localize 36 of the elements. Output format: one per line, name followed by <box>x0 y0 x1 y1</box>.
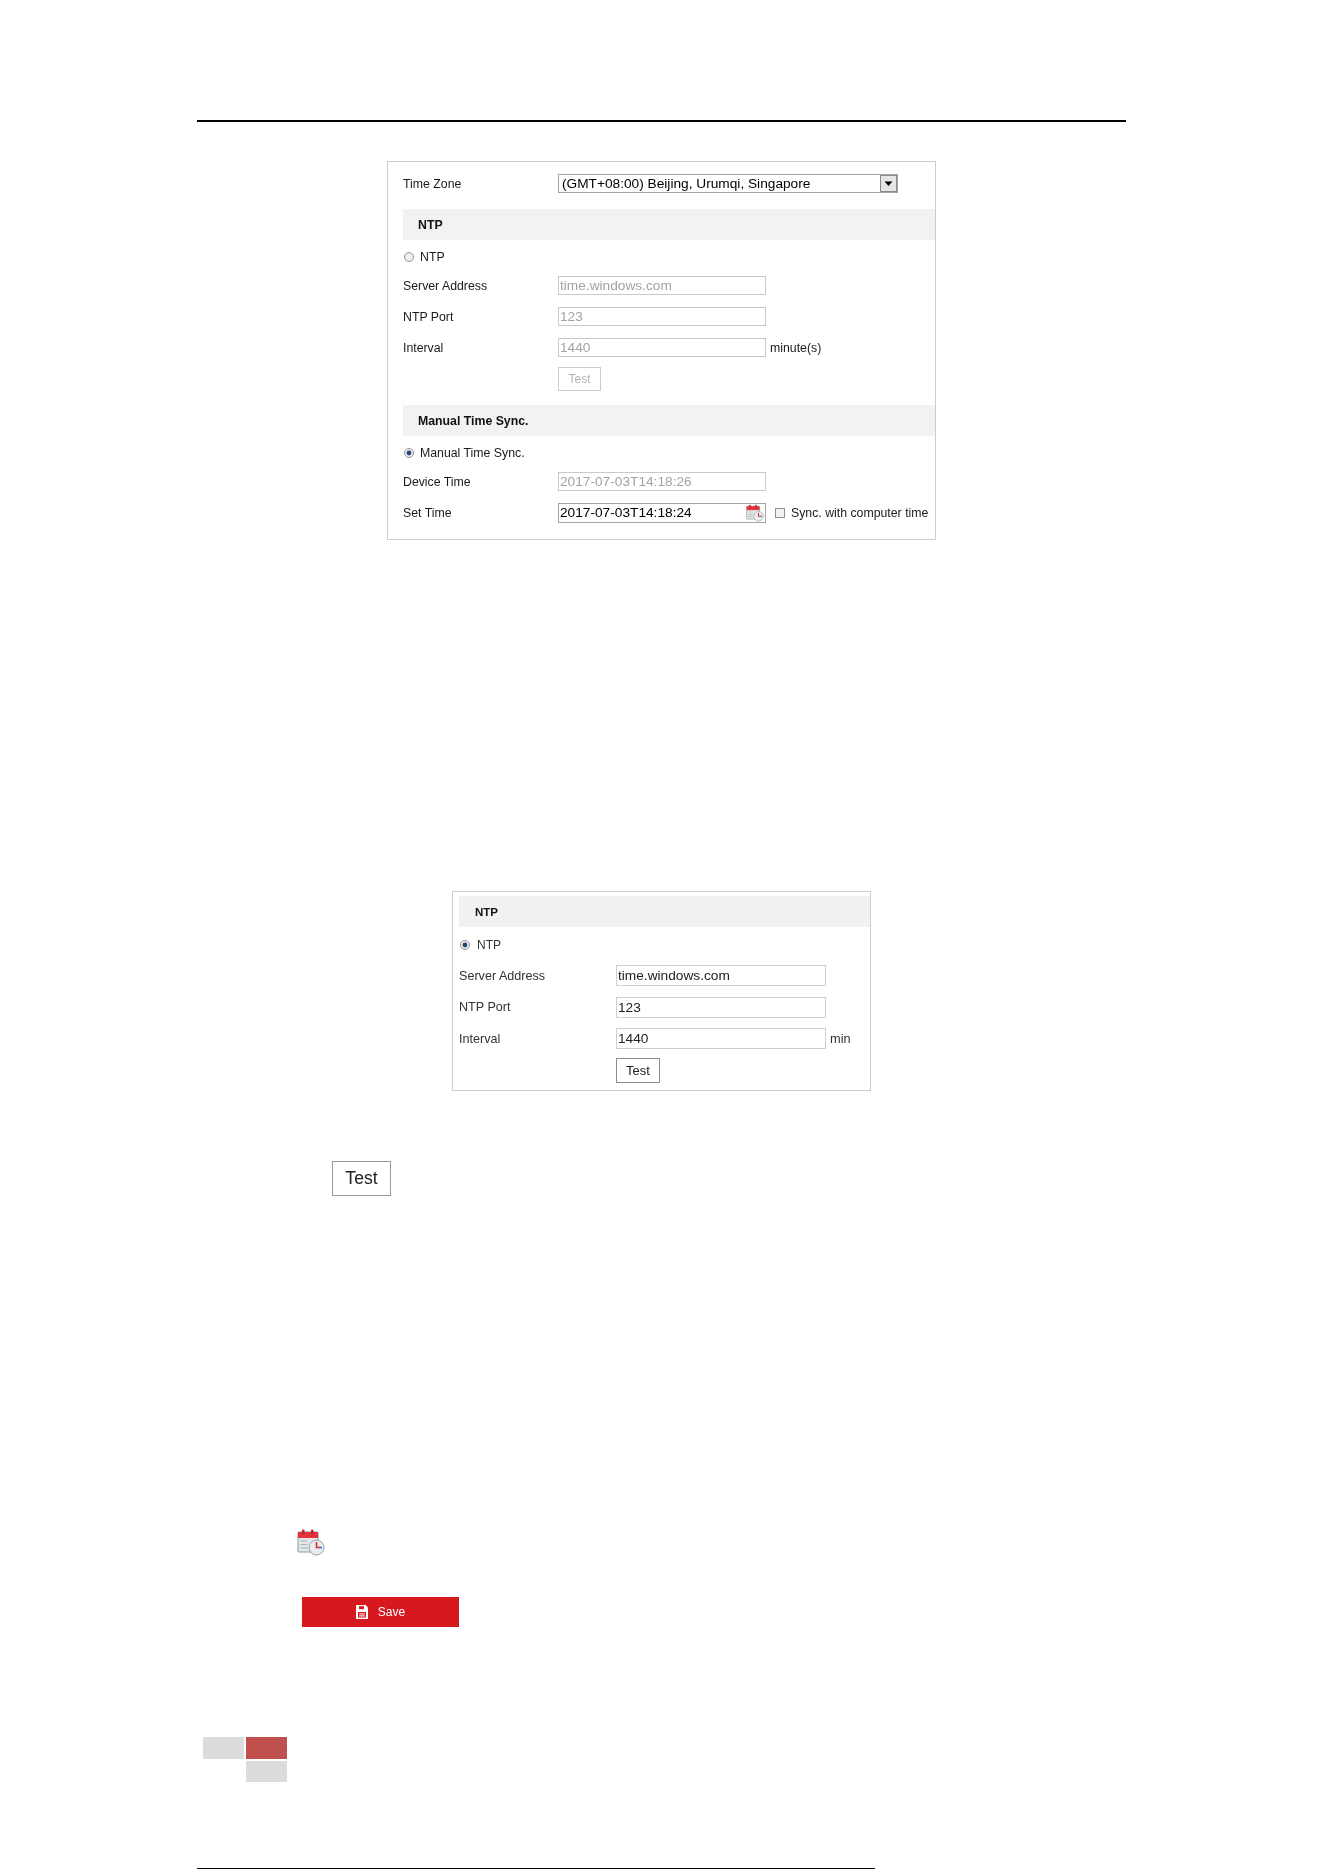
field-label: Server Address <box>459 968 547 983</box>
unit-label: min <box>830 1031 851 1047</box>
field-label: NTP Port <box>403 309 455 324</box>
save-button[interactable]: Save <box>302 1597 459 1627</box>
dropdown[interactable]: (GMT+08:00) Beijing, Urumqi, Singapore <box>558 174 898 193</box>
field-label: Server Address <box>403 278 489 293</box>
radio-label: Manual Time Sync. <box>420 445 525 460</box>
decor-tile <box>246 1737 287 1759</box>
date-time-field[interactable]: 2017-07-03T14:18:24 <box>558 502 766 523</box>
test-button[interactable]: Test <box>332 1161 391 1196</box>
radio-button[interactable] <box>460 939 470 950</box>
text-field[interactable]: 123 <box>616 996 826 1018</box>
decor-tile <box>203 1737 244 1759</box>
checkbox-label: Sync. with computer time <box>791 505 929 520</box>
field-label: Device Time <box>403 474 472 489</box>
radio-button[interactable] <box>404 447 414 458</box>
test-button[interactable]: Test <box>616 1057 660 1083</box>
caret-icon[interactable] <box>880 175 897 192</box>
checkbox[interactable] <box>775 507 785 518</box>
calendar-clock-icon[interactable] <box>746 503 764 522</box>
calendar-clock-icon[interactable] <box>297 1529 325 1556</box>
section-header: Manual Time Sync. <box>403 405 935 436</box>
field-label: Interval <box>403 340 445 355</box>
field-label: Time Zone <box>403 176 463 191</box>
section-header: NTP <box>403 209 935 240</box>
section-header: NTP <box>459 896 870 927</box>
unit-label: minute(s) <box>770 340 822 355</box>
field-label: NTP Port <box>459 1000 512 1015</box>
radio-label: NTP <box>420 249 445 264</box>
field-label: Interval <box>459 1031 502 1046</box>
text-field[interactable]: time.windows.com <box>616 965 826 987</box>
text-field[interactable]: 1440 <box>616 1028 826 1050</box>
decor-tile <box>246 1761 287 1782</box>
radio-label: NTP <box>477 937 501 952</box>
field-label: Set Time <box>403 505 453 520</box>
radio-button[interactable] <box>404 251 414 262</box>
